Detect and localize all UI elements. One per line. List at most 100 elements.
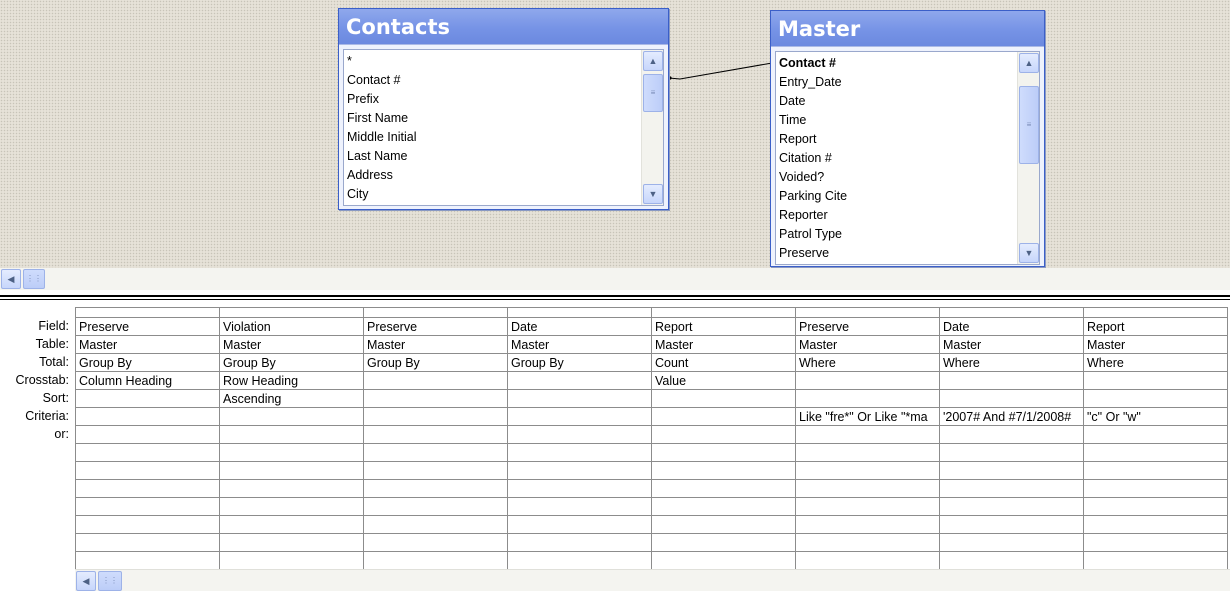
- grid-cell-total[interactable]: Where: [795, 353, 940, 372]
- grid-cell-empty[interactable]: [219, 551, 364, 570]
- grid-cell-field[interactable]: Date: [507, 317, 652, 336]
- grid-cell-table[interactable]: Master: [939, 335, 1084, 354]
- grid-cell-criteria[interactable]: Like "fre*" Or Like "*ma: [795, 407, 940, 426]
- field-list-item[interactable]: Parking Cite: [778, 187, 1039, 206]
- grid-cell-criteria[interactable]: "c" Or "w": [1083, 407, 1228, 426]
- grid-cell-or[interactable]: [651, 425, 796, 444]
- chevron-down-icon[interactable]: ▼: [643, 184, 663, 204]
- field-list-item[interactable]: Contact #: [346, 71, 663, 90]
- contacts-vertical-scrollbar[interactable]: ▲ ≡ ▼: [641, 50, 663, 205]
- master-title[interactable]: Master: [771, 11, 1044, 47]
- grid-cell-crosstab[interactable]: [939, 371, 1084, 390]
- grid-cell-table[interactable]: Master: [651, 335, 796, 354]
- grid-cell-table[interactable]: Master: [219, 335, 364, 354]
- grid-cell-crosstab[interactable]: Value: [651, 371, 796, 390]
- grid-cell-empty[interactable]: [651, 515, 796, 534]
- grip-icon[interactable]: ⋮⋮: [23, 269, 45, 289]
- grid-cell-sort[interactable]: [363, 389, 508, 408]
- grid-cell-field[interactable]: Date: [939, 317, 1084, 336]
- field-list-item[interactable]: City: [346, 185, 663, 204]
- grid-cell-empty[interactable]: [363, 533, 508, 552]
- chevron-up-icon[interactable]: ▲: [643, 51, 663, 71]
- grid-cell-sort[interactable]: [651, 389, 796, 408]
- column-selector[interactable]: [75, 307, 220, 318]
- field-list-item[interactable]: Reporter: [778, 206, 1039, 225]
- grid-cell-empty[interactable]: [651, 479, 796, 498]
- field-list-item[interactable]: Contact #: [778, 54, 1039, 73]
- grid-cell-empty[interactable]: [219, 461, 364, 480]
- grid-cell-empty[interactable]: [219, 479, 364, 498]
- grid-cell-empty[interactable]: [219, 533, 364, 552]
- grid-cell-total[interactable]: Group By: [363, 353, 508, 372]
- grid-cell-empty[interactable]: [363, 479, 508, 498]
- grid-cell-empty[interactable]: [939, 497, 1084, 516]
- grid-cell-total[interactable]: Where: [1083, 353, 1228, 372]
- grid-cell-or[interactable]: [1083, 425, 1228, 444]
- column-selector[interactable]: [1083, 307, 1228, 318]
- grid-cell-total[interactable]: Count: [651, 353, 796, 372]
- chevron-up-icon[interactable]: ▲: [1019, 53, 1039, 73]
- grid-cell-empty[interactable]: [75, 479, 220, 498]
- grid-cell-crosstab[interactable]: Column Heading: [75, 371, 220, 390]
- grid-cell-criteria[interactable]: [363, 407, 508, 426]
- field-list-item[interactable]: Last Name: [346, 147, 663, 166]
- grid-cell-empty[interactable]: [363, 497, 508, 516]
- grid-cell-empty[interactable]: [75, 497, 220, 516]
- field-list-item[interactable]: Report: [778, 130, 1039, 149]
- field-list-item[interactable]: Prefix: [346, 90, 663, 109]
- grid-cell-empty[interactable]: [651, 533, 796, 552]
- grid-cell-or[interactable]: [75, 425, 220, 444]
- grid-cell-crosstab[interactable]: [507, 371, 652, 390]
- grid-cell-table[interactable]: Master: [75, 335, 220, 354]
- grid-cell-sort[interactable]: [507, 389, 652, 408]
- column-selector[interactable]: [507, 307, 652, 318]
- grid-cell-empty[interactable]: [1083, 551, 1228, 570]
- field-list-item[interactable]: Entry_Date: [778, 73, 1039, 92]
- grid-cell-criteria[interactable]: '2007# And #7/1/2008#: [939, 407, 1084, 426]
- field-list-item[interactable]: Patrol Type: [778, 225, 1039, 244]
- grid-cell-empty[interactable]: [1083, 479, 1228, 498]
- contacts-title[interactable]: Contacts: [339, 9, 668, 45]
- grid-cell-empty[interactable]: [507, 479, 652, 498]
- column-selector[interactable]: [795, 307, 940, 318]
- grid-cell-empty[interactable]: [507, 497, 652, 516]
- field-list-item[interactable]: Citation #: [778, 149, 1039, 168]
- grid-cell-empty[interactable]: [363, 551, 508, 570]
- grid-cell-or[interactable]: [507, 425, 652, 444]
- grid-cell-criteria[interactable]: [651, 407, 796, 426]
- grid-cell-empty[interactable]: [795, 443, 940, 462]
- grid-cell-empty[interactable]: [75, 461, 220, 480]
- grid-cell-empty[interactable]: [507, 533, 652, 552]
- grid-cell-empty[interactable]: [939, 551, 1084, 570]
- grid-cell-crosstab[interactable]: [1083, 371, 1228, 390]
- grip-icon[interactable]: ≡: [1019, 86, 1039, 164]
- field-list-item[interactable]: Time: [778, 111, 1039, 130]
- column-selector[interactable]: [939, 307, 1084, 318]
- grid-cell-empty[interactable]: [363, 515, 508, 534]
- grid-cell-table[interactable]: Master: [1083, 335, 1228, 354]
- master-vertical-scrollbar[interactable]: ▲ ≡ ▼: [1017, 52, 1039, 264]
- grid-cell-total[interactable]: Group By: [507, 353, 652, 372]
- field-list-item[interactable]: *: [346, 52, 663, 71]
- grid-cell-empty[interactable]: [1083, 443, 1228, 462]
- grid-cell-empty[interactable]: [219, 443, 364, 462]
- grid-cell-field[interactable]: Preserve: [795, 317, 940, 336]
- grid-cell-empty[interactable]: [363, 443, 508, 462]
- grid-cell-empty[interactable]: [507, 551, 652, 570]
- grid-cell-table[interactable]: Master: [363, 335, 508, 354]
- grid-cell-empty[interactable]: [75, 515, 220, 534]
- grid-cell-empty[interactable]: [939, 515, 1084, 534]
- grid-cell-total[interactable]: Where: [939, 353, 1084, 372]
- chevron-left-icon[interactable]: ◀: [1, 269, 21, 289]
- grid-cell-table[interactable]: Master: [507, 335, 652, 354]
- grid-cell-empty[interactable]: [795, 533, 940, 552]
- grid-cell-empty[interactable]: [795, 551, 940, 570]
- grid-cell-sort[interactable]: Ascending: [219, 389, 364, 408]
- field-list-item[interactable]: Voided?: [778, 168, 1039, 187]
- field-list-item[interactable]: Date: [778, 92, 1039, 111]
- grid-cell-crosstab[interactable]: [795, 371, 940, 390]
- grid-cell-empty[interactable]: [795, 461, 940, 480]
- grid-cell-field[interactable]: Preserve: [363, 317, 508, 336]
- grid-cell-empty[interactable]: [795, 479, 940, 498]
- grid-cell-empty[interactable]: [75, 551, 220, 570]
